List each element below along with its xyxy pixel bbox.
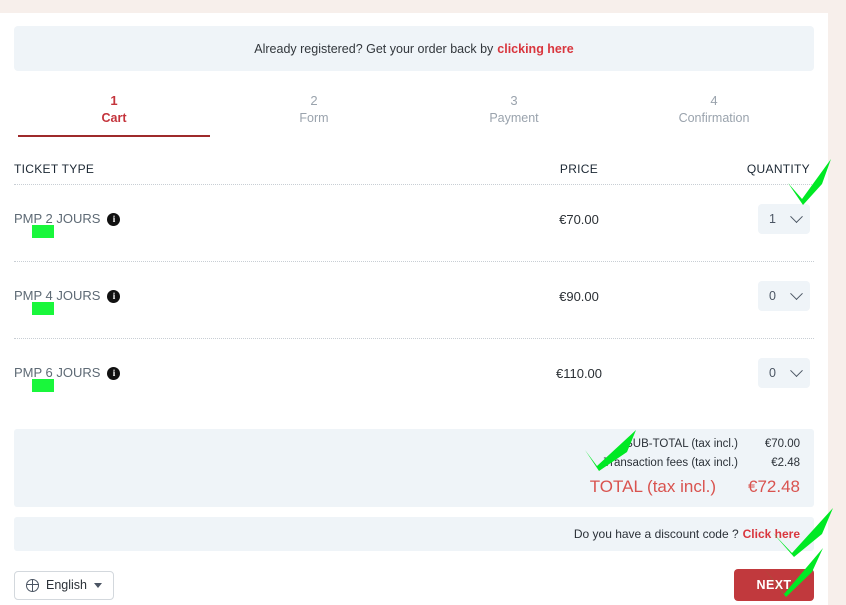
step-cart-number: 1 — [110, 93, 118, 108]
discount-text: Do you have a discount code ? — [573, 527, 739, 541]
step-payment-label: Payment — [489, 111, 539, 125]
right-band — [828, 0, 846, 605]
clicking-here-link[interactable]: clicking here — [497, 42, 573, 56]
quantity-select[interactable]: 0 — [758, 358, 810, 388]
total-value: €72.48 — [748, 477, 800, 496]
subtotal-label: SUB-TOTAL (tax incl.) — [625, 438, 738, 450]
chevron-down-icon — [790, 209, 803, 223]
chevron-down-icon — [790, 363, 803, 377]
checkout-page: Already registered? Get your order back … — [0, 13, 828, 605]
highlight-marker — [32, 379, 54, 392]
language-label: English — [46, 578, 87, 592]
totals-panel: SUB-TOTAL (tax incl.) €70.00 Transaction… — [14, 429, 814, 507]
ticket-table: TICKET TYPE PRICE QUANTITY PMP 2 JOURS i… — [14, 152, 814, 407]
ticket-type-cell: PMP 6 JOURS i — [14, 364, 484, 392]
header-ticket-type: TICKET TYPE — [14, 162, 95, 176]
header-price: PRICE — [559, 162, 599, 176]
notice-text: Already registered? Get your order back … — [254, 41, 494, 56]
quantity-value: 1 — [769, 212, 776, 226]
step-confirmation-number: 4 — [710, 93, 718, 108]
table-header-row: TICKET TYPE PRICE QUANTITY — [14, 152, 814, 176]
ticket-name: PMP 4 JOURS — [14, 288, 101, 303]
footer-bar: English NEXT — [14, 567, 814, 603]
ticket-name: PMP 2 JOURS — [14, 211, 101, 226]
discount-panel: Do you have a discount code ? Click here — [14, 517, 814, 551]
language-selector[interactable]: English — [14, 570, 114, 600]
info-icon[interactable]: i — [107, 212, 121, 226]
quantity-value: 0 — [769, 366, 776, 380]
step-payment-number: 3 — [510, 93, 518, 108]
table-row: PMP 2 JOURS i €70.00 1 — [14, 185, 814, 253]
subtotal-value: €70.00 — [764, 438, 800, 450]
quantity-cell: 0 — [674, 281, 814, 311]
already-registered-notice: Already registered? Get your order back … — [14, 26, 814, 71]
globe-icon — [26, 578, 39, 592]
top-band — [0, 0, 846, 13]
ticket-type-cell: PMP 4 JOURS i — [14, 287, 484, 315]
checkout-steps: 1 Cart 2 Form 3 Payment 4 Confirmation — [14, 90, 814, 137]
header-quantity: QUANTITY — [746, 162, 810, 176]
step-confirmation[interactable]: 4 Confirmation — [614, 90, 814, 132]
ticket-price: €90.00 — [559, 288, 599, 304]
step-cart-label: Cart — [101, 111, 127, 125]
step-confirmation-label: Confirmation — [678, 111, 750, 125]
ticket-price: €70.00 — [559, 211, 599, 227]
quantity-select[interactable]: 0 — [758, 281, 810, 311]
step-cart[interactable]: 1 Cart — [14, 90, 214, 137]
discount-click-here-link[interactable]: Click here — [743, 527, 800, 541]
fees-value: €2.48 — [771, 457, 800, 469]
step-form-label: Form — [299, 111, 329, 125]
caret-down-icon — [94, 582, 102, 588]
highlight-marker — [32, 302, 54, 315]
quantity-cell: 1 — [674, 204, 814, 234]
total-line: TOTAL (tax incl.) €72.48 — [590, 473, 800, 501]
table-row: PMP 4 JOURS i €90.00 0 — [14, 262, 814, 330]
info-icon[interactable]: i — [107, 289, 121, 303]
ticket-price: €110.00 — [555, 365, 603, 381]
chevron-down-icon — [790, 286, 803, 300]
quantity-cell: 0 — [674, 358, 814, 388]
highlight-marker — [32, 225, 54, 238]
subtotal-line: SUB-TOTAL (tax incl.) €70.00 — [625, 435, 800, 454]
quantity-select[interactable]: 1 — [758, 204, 810, 234]
table-row: PMP 6 JOURS i €110.00 0 — [14, 339, 814, 407]
next-button[interactable]: NEXT — [734, 569, 814, 601]
step-form[interactable]: 2 Form — [214, 90, 414, 132]
ticket-type-cell: PMP 2 JOURS i — [14, 210, 484, 238]
step-payment[interactable]: 3 Payment — [414, 90, 614, 132]
step-form-number: 2 — [310, 93, 318, 108]
ticket-name: PMP 6 JOURS — [14, 365, 101, 380]
quantity-value: 0 — [769, 289, 776, 303]
fees-line: Transaction fees (tax incl.) €2.48 — [604, 454, 800, 473]
info-icon[interactable]: i — [107, 366, 121, 380]
fees-label: Transaction fees (tax incl.) — [603, 457, 738, 469]
total-label: TOTAL (tax incl.) — [589, 477, 716, 496]
